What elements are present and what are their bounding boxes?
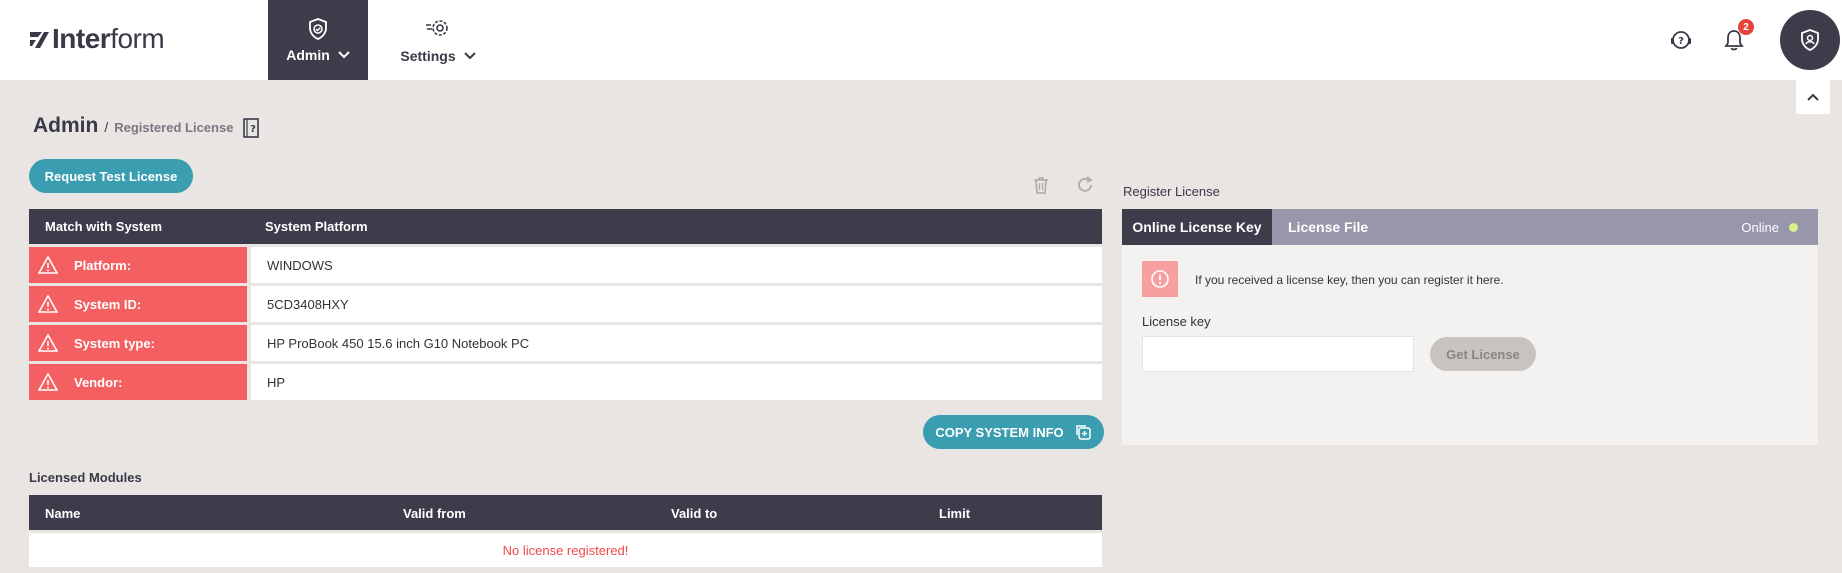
warning-icon bbox=[38, 256, 58, 274]
collapse-header-button[interactable] bbox=[1796, 80, 1830, 114]
logo-text-light: form bbox=[110, 23, 165, 54]
nav-admin[interactable]: Admin bbox=[268, 0, 368, 80]
row-value: 5CD3408HXY bbox=[251, 286, 1102, 322]
empty-state-message: No license registered! bbox=[29, 533, 1102, 567]
alert-circle-icon bbox=[1151, 270, 1169, 288]
row-value: HP ProBook 450 15.6 inch G10 Notebook PC bbox=[251, 325, 1102, 361]
warning-icon bbox=[38, 295, 58, 313]
nav-settings-label: Settings bbox=[400, 48, 456, 64]
register-tabs: Online License Key License File Online bbox=[1122, 209, 1818, 245]
user-menu-button[interactable] bbox=[1780, 10, 1840, 70]
license-key-label: License key bbox=[1142, 314, 1211, 329]
online-status-dot bbox=[1789, 222, 1798, 232]
warning-icon bbox=[38, 373, 58, 391]
breadcrumb-root[interactable]: Admin bbox=[33, 114, 98, 138]
row-label: System type: bbox=[74, 335, 155, 351]
table-row: Vendor: HP bbox=[29, 364, 1102, 400]
gear-icon bbox=[426, 20, 448, 36]
logo-text-bold: Inter bbox=[52, 23, 111, 54]
shield-icon bbox=[309, 18, 327, 40]
nav-admin-label: Admin bbox=[286, 47, 330, 63]
register-panel: If you received a license key, then you … bbox=[1122, 245, 1818, 445]
copy-system-info-label: COPY SYSTEM INFO bbox=[935, 424, 1064, 440]
request-test-license-button[interactable]: Request Test License bbox=[29, 159, 193, 193]
help-support-button[interactable]: ? bbox=[1667, 26, 1695, 54]
nav-settings[interactable]: Settings bbox=[388, 0, 488, 80]
headset-help-icon: ? bbox=[1671, 31, 1691, 49]
svg-text:?: ? bbox=[250, 124, 256, 135]
interform-logo[interactable]: Inter form bbox=[28, 23, 165, 54]
modules-table-header: Name Valid from Valid to Limit bbox=[29, 495, 1102, 530]
get-license-button[interactable]: Get License bbox=[1430, 337, 1536, 371]
svg-text:?: ? bbox=[1678, 36, 1684, 47]
column-header: System Platform bbox=[265, 219, 368, 234]
system-table-header: Match with System System Platform bbox=[29, 209, 1102, 244]
row-label: Vendor: bbox=[74, 374, 123, 390]
row-label: Platform: bbox=[74, 257, 132, 273]
online-status: Online bbox=[1741, 209, 1798, 245]
online-status-label: Online bbox=[1741, 219, 1779, 235]
notifications-button[interactable]: 2 bbox=[1720, 19, 1754, 54]
user-shield-icon bbox=[1801, 29, 1819, 51]
tab-online-license-key[interactable]: Online License Key bbox=[1122, 209, 1272, 245]
warning-icon bbox=[38, 334, 58, 352]
breadcrumb-current: Registered License bbox=[114, 120, 234, 135]
table-row: System ID: 5CD3408HXY bbox=[29, 286, 1102, 322]
chevron-down-icon bbox=[463, 52, 476, 60]
notification-badge: 2 bbox=[1738, 19, 1754, 35]
logo-mark-icon bbox=[30, 32, 49, 48]
info-message: If you received a license key, then you … bbox=[1195, 273, 1504, 287]
copy-system-info-button[interactable]: COPY SYSTEM INFO bbox=[923, 415, 1104, 449]
table-row: Platform: WINDOWS bbox=[29, 247, 1102, 283]
chevron-up-icon bbox=[1807, 93, 1819, 101]
row-value: WINDOWS bbox=[251, 247, 1102, 283]
help-document-icon[interactable]: ? bbox=[242, 118, 260, 138]
register-license-title: Register License bbox=[1123, 184, 1220, 199]
licensed-modules-title: Licensed Modules bbox=[29, 470, 142, 485]
column-header: Valid to bbox=[671, 506, 718, 521]
row-label-cell: System ID: bbox=[29, 286, 247, 322]
trash-icon[interactable] bbox=[1032, 175, 1050, 195]
refresh-icon[interactable] bbox=[1076, 175, 1094, 195]
row-value: HP bbox=[251, 364, 1102, 400]
row-label-cell: Vendor: bbox=[29, 364, 247, 400]
breadcrumb-separator: / bbox=[104, 119, 109, 135]
breadcrumb: Admin / Registered License bbox=[33, 114, 233, 138]
row-label-cell: System type: bbox=[29, 325, 247, 361]
row-label-cell: Platform: bbox=[29, 247, 247, 283]
tab-license-file[interactable]: License File bbox=[1288, 209, 1368, 245]
column-header: Name bbox=[45, 506, 81, 521]
column-header: Match with System bbox=[45, 219, 163, 234]
top-navigation-bar: Inter form Admin Settings ? 2 bbox=[0, 0, 1842, 80]
license-key-input[interactable] bbox=[1142, 336, 1414, 372]
copy-icon bbox=[1075, 425, 1091, 440]
table-row: System type: HP ProBook 450 15.6 inch G1… bbox=[29, 325, 1102, 361]
column-header: Limit bbox=[939, 506, 971, 521]
column-header: Valid from bbox=[403, 506, 466, 521]
chevron-down-icon bbox=[338, 51, 350, 59]
info-alert-box bbox=[1142, 261, 1178, 297]
row-label: System ID: bbox=[74, 296, 142, 312]
